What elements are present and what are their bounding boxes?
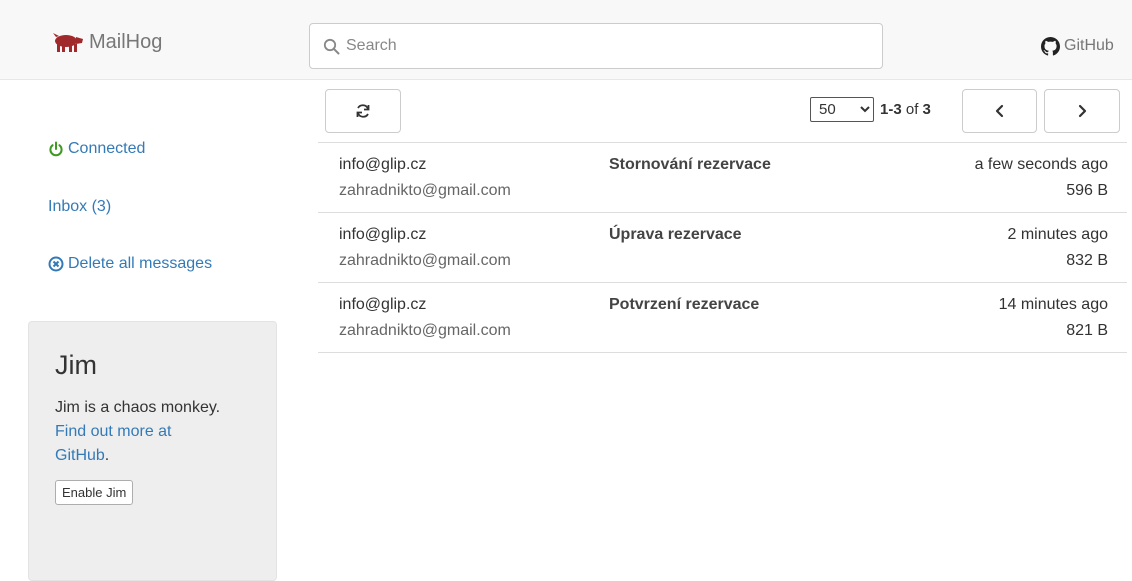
message-to: zahradnikto@gmail.com — [339, 252, 511, 269]
per-page-select[interactable]: 50 — [810, 97, 874, 122]
delete-all-label: Delete all messages — [68, 255, 213, 272]
chevron-left-icon — [995, 104, 1003, 118]
navbar: MailHog GitHub — [0, 0, 1132, 80]
jim-title: Jim — [55, 350, 97, 380]
message-time: 14 minutes ago — [998, 296, 1108, 313]
message-to: zahradnikto@gmail.com — [339, 322, 511, 339]
message-subject: Potvrzení rezervace — [609, 296, 760, 313]
sidebar-item-inbox[interactable]: Inbox (3) — [48, 198, 111, 216]
page-of-label: of — [905, 101, 919, 118]
jim-panel: Jim Jim is a chaos monkey. Find out more… — [28, 321, 277, 581]
brand-name: MailHog — [89, 30, 163, 53]
message-size: 832 B — [1066, 252, 1108, 269]
message-row[interactable]: info@glip.cz zahradnikto@gmail.com Úprav… — [318, 213, 1127, 283]
message-list: info@glip.cz zahradnikto@gmail.com Storn… — [318, 142, 1127, 353]
message-size: 821 B — [1066, 322, 1108, 339]
page-range: 1-3 — [880, 101, 902, 118]
message-subject: Stornování rezervace — [609, 156, 771, 173]
jim-more-info: Find out more at GitHub. — [55, 420, 225, 468]
delete-all-messages-link[interactable]: Delete all messages — [48, 255, 212, 273]
message-to: zahradnikto@gmail.com — [339, 182, 511, 199]
power-icon — [49, 141, 63, 157]
refresh-button[interactable] — [325, 89, 401, 133]
previous-page-button[interactable] — [962, 89, 1037, 133]
message-time: 2 minutes ago — [1007, 226, 1108, 243]
message-from: info@glip.cz — [339, 296, 427, 313]
jim-more-suffix: . — [104, 447, 110, 464]
next-page-button[interactable] — [1044, 89, 1120, 133]
github-link[interactable]: GitHub — [1041, 35, 1114, 57]
message-from: info@glip.cz — [339, 226, 427, 243]
github-icon — [1041, 36, 1060, 56]
search-input[interactable] — [346, 31, 866, 61]
github-label: GitHub — [1064, 37, 1114, 54]
remove-circle-icon — [48, 256, 64, 272]
search-icon — [323, 38, 340, 54]
chevron-right-icon — [1078, 104, 1087, 118]
jim-github-link[interactable]: Find out more at GitHub — [55, 423, 172, 464]
message-subject: Úprava rezervace — [609, 226, 742, 243]
page-total: 3 — [922, 101, 931, 118]
jim-description: Jim is a chaos monkey. — [55, 399, 221, 416]
message-time: a few seconds ago — [974, 156, 1108, 173]
connection-label: Connected — [68, 140, 146, 157]
search-box — [309, 23, 883, 69]
inbox-label: Inbox (3) — [48, 198, 112, 215]
message-row[interactable]: info@glip.cz zahradnikto@gmail.com Potvr… — [318, 283, 1127, 353]
refresh-icon — [356, 104, 370, 118]
page-count: 1-3 of 3 — [880, 101, 931, 118]
pig-logo-icon — [53, 33, 83, 52]
message-row[interactable]: info@glip.cz zahradnikto@gmail.com Storn… — [318, 143, 1127, 213]
message-size: 596 B — [1066, 182, 1108, 199]
connection-status: Connected — [48, 140, 145, 158]
message-from: info@glip.cz — [339, 156, 427, 173]
enable-jim-button[interactable]: Enable Jim — [55, 480, 134, 505]
brand-link[interactable]: MailHog — [51, 29, 162, 55]
